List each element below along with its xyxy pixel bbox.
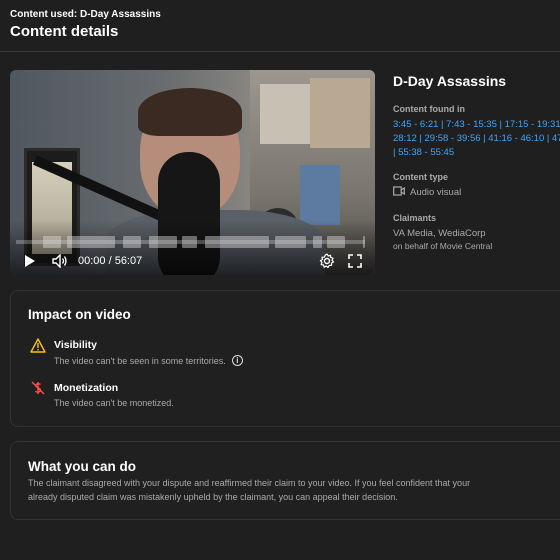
- info-icon[interactable]: i: [231, 355, 243, 366]
- monetization-title: Monetization: [54, 382, 119, 394]
- content-found-list: 3:45 - 6:21 | 7:43 - 15:35 | 17:15 - 19:…: [393, 118, 560, 160]
- claimed-segment[interactable]: [363, 236, 365, 248]
- timestamp-line[interactable]: 3:45 - 6:21 | 7:43 - 15:35 | 17:15 - 19:…: [393, 118, 560, 132]
- warning-icon: [30, 338, 46, 354]
- actions-description: The claimant disagreed with your dispute…: [28, 476, 548, 504]
- claimed-segment[interactable]: [182, 236, 197, 248]
- claimants-value: VA Media, WediaCorp: [393, 228, 486, 239]
- fullscreen-icon[interactable]: [346, 253, 364, 269]
- visibility-text: The video can't be seen in some territor…: [54, 355, 243, 366]
- actions-title: What you can do: [28, 459, 136, 474]
- claimed-segment[interactable]: [123, 236, 141, 248]
- content-type-label: Content type: [393, 172, 448, 182]
- content-type-value: Audio visual: [393, 186, 461, 199]
- content-found-label: Content found in: [393, 104, 465, 114]
- visibility-title: Visibility: [54, 339, 97, 351]
- claimed-segment[interactable]: [327, 236, 345, 248]
- video-icon: [393, 186, 405, 199]
- claimed-segment[interactable]: [149, 236, 177, 248]
- page-title: Content details: [10, 23, 119, 40]
- gear-icon[interactable]: [318, 253, 336, 269]
- header-divider: [0, 51, 560, 52]
- actions-card: What you can do The claimant disagreed w…: [10, 441, 560, 520]
- claimants-sub: on behalf of Movie Central: [393, 241, 493, 251]
- volume-icon[interactable]: [51, 253, 69, 269]
- header-eyebrow: Content used: D-Day Assassins: [10, 9, 161, 20]
- impact-card: Impact on video Visibility The video can…: [10, 290, 560, 427]
- timestamp-line[interactable]: | 55:38 - 55:45: [393, 146, 560, 160]
- content-type-text: Audio visual: [410, 187, 462, 198]
- actions-line: already disputed claim was mistakenly up…: [28, 492, 398, 502]
- claimed-segment[interactable]: [43, 236, 61, 248]
- actions-line: The claimant disagreed with your dispute…: [28, 478, 471, 488]
- impact-title: Impact on video: [28, 307, 131, 322]
- claimed-segment[interactable]: [67, 236, 115, 248]
- claimed-segment[interactable]: [205, 236, 269, 248]
- claimants-block: VA Media, WediaCorp on behalf of Movie C…: [393, 227, 492, 253]
- claimed-segment[interactable]: [275, 236, 306, 248]
- timestamp-line[interactable]: 28:12 | 29:58 - 39:56 | 41:16 - 46:10 | …: [393, 132, 560, 146]
- monetization-text: The video can't be monetized.: [54, 398, 174, 408]
- claimed-segment[interactable]: [313, 236, 322, 248]
- claimants-label: Claimants: [393, 213, 437, 223]
- content-title: D-Day Assassins: [393, 73, 507, 89]
- demonetized-icon: [30, 380, 46, 396]
- visibility-description: The video can't be seen in some territor…: [54, 355, 226, 366]
- time-display: 00:00 / 56:07: [78, 255, 143, 267]
- play-icon[interactable]: [23, 253, 37, 269]
